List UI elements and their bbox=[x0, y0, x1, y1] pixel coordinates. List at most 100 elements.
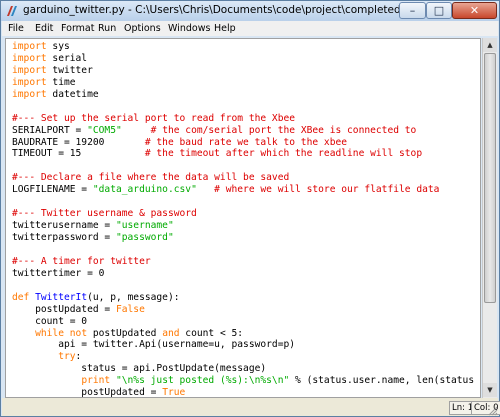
code-line[interactable] bbox=[12, 101, 474, 113]
code-line[interactable] bbox=[12, 196, 474, 208]
code-line[interactable] bbox=[12, 280, 474, 292]
code-token: api = twitter.Api(username=u, password=p… bbox=[12, 339, 296, 351]
code-line[interactable] bbox=[12, 160, 474, 172]
code-token: TIMEOUT = 15 bbox=[12, 148, 145, 160]
minimize-button[interactable]: – bbox=[399, 2, 426, 19]
scroll-up-arrow-icon[interactable]: ▲ bbox=[483, 38, 497, 52]
code-line[interactable]: import twitter bbox=[12, 65, 474, 77]
maximize-button[interactable]: □ bbox=[426, 2, 452, 19]
code-line[interactable]: api = twitter.Api(username=u, password=p… bbox=[12, 339, 474, 351]
vertical-scrollbar[interactable]: ▲ ▼ bbox=[482, 38, 497, 398]
code-token: import bbox=[12, 88, 47, 100]
code-token: postUpdated bbox=[87, 327, 163, 339]
code-token: # where we will store our flatfile data bbox=[214, 184, 440, 196]
code-line[interactable]: import sys bbox=[12, 41, 474, 53]
menu-edit[interactable]: Edit bbox=[35, 23, 53, 34]
code-line[interactable]: import serial bbox=[12, 53, 474, 65]
code-line[interactable]: SERIALPORT = "COM5" # the com/serial por… bbox=[12, 125, 474, 137]
code-line[interactable]: import time bbox=[12, 77, 474, 89]
code-token: not bbox=[69, 327, 88, 339]
status-bar: Ln: 1 Col: 0 bbox=[2, 398, 500, 416]
code-token: while bbox=[35, 327, 64, 339]
menu-windows[interactable]: Windows bbox=[168, 23, 210, 34]
code-token: count = 0 bbox=[12, 315, 88, 327]
code-line[interactable]: BAUDRATE = 19200 # the baud rate we talk… bbox=[12, 137, 474, 149]
code-line[interactable]: twitterusername = "username" bbox=[12, 220, 474, 232]
code-line[interactable]: print "\n%s just posted (%s):\n%s\n" % (… bbox=[12, 375, 474, 387]
menu-run[interactable]: Run bbox=[98, 23, 116, 34]
menu-file[interactable]: File bbox=[8, 23, 24, 34]
code-line[interactable]: #--- A timer for twitter bbox=[12, 256, 474, 268]
code-line[interactable]: LOGFILENAME = "data_arduino.csv" # where… bbox=[12, 184, 474, 196]
code-token: False bbox=[115, 303, 145, 315]
code-token: : bbox=[75, 351, 82, 363]
code-token: TwitterIt bbox=[35, 291, 88, 303]
code-token: import bbox=[12, 52, 47, 64]
code-token: and bbox=[162, 327, 180, 339]
code-token: SERIALPORT = bbox=[12, 124, 88, 136]
code-token: #--- Declare a file where the data will … bbox=[12, 172, 290, 184]
code-token: postUpdated = bbox=[12, 387, 163, 398]
code-line[interactable]: while not postUpdated and count < 5: bbox=[12, 328, 474, 340]
code-line[interactable]: twitterpassword = "password" bbox=[12, 232, 474, 244]
code-line[interactable]: #--- Declare a file where the data will … bbox=[12, 172, 474, 184]
code-token: "\n%s just posted (%s):\n%s\n" bbox=[115, 375, 290, 387]
code-token: "data_arduino.csv" bbox=[92, 184, 197, 196]
code-token: postUpdated = bbox=[12, 303, 116, 315]
code-token: import bbox=[12, 64, 47, 76]
code-line[interactable]: count = 0 bbox=[12, 316, 474, 328]
code-text[interactable]: import sys import serial import twitter imp… bbox=[12, 41, 474, 398]
code-token: print bbox=[81, 375, 111, 387]
code-token: import bbox=[12, 76, 47, 88]
code-token: time bbox=[46, 76, 76, 88]
code-token: LOGFILENAME = bbox=[12, 184, 93, 196]
code-token: #--- Twitter username & password bbox=[12, 208, 197, 220]
code-token: "username" bbox=[115, 220, 174, 232]
code-token: (u, p, message): bbox=[87, 291, 180, 303]
code-line[interactable]: try: bbox=[12, 351, 474, 363]
code-token: sys bbox=[46, 41, 70, 52]
code-token: def bbox=[12, 291, 30, 303]
code-editor[interactable]: import sys import serial import twitter imp… bbox=[5, 38, 481, 398]
code-line[interactable]: TIMEOUT = 15 # the timeout after which t… bbox=[12, 148, 474, 160]
window-title: garduino_twitter.py - C:\Users\Chris\Doc… bbox=[23, 4, 399, 16]
code-line[interactable]: def TwitterIt(u, p, message): bbox=[12, 292, 474, 304]
code-line[interactable]: #--- Set up the serial port to read from… bbox=[12, 113, 474, 125]
code-line[interactable]: postUpdated = True bbox=[12, 387, 474, 398]
title-bar[interactable]: garduino_twitter.py - C:\Users\Chris\Doc… bbox=[1, 1, 499, 21]
code-line[interactable] bbox=[12, 244, 474, 256]
code-token: #--- A timer for twitter bbox=[12, 255, 151, 267]
code-token: import bbox=[12, 41, 47, 52]
code-token: status = api.PostUpdate(message) bbox=[12, 363, 267, 375]
code-token: "password" bbox=[115, 232, 174, 243]
code-line[interactable]: status = api.PostUpdate(message) bbox=[12, 363, 474, 375]
idle-python-icon bbox=[7, 6, 17, 16]
close-icon: ✕ bbox=[469, 4, 480, 17]
minimize-icon: – bbox=[409, 4, 416, 17]
code-line[interactable]: #--- Twitter username & password bbox=[12, 208, 474, 220]
code-token: BAUDRATE = 19200 bbox=[12, 136, 145, 148]
maximize-icon: □ bbox=[433, 4, 445, 17]
code-token: # the com/serial port the XBee is connec… bbox=[150, 124, 417, 136]
code-line[interactable]: twittertimer = 0 bbox=[12, 268, 474, 280]
scroll-down-arrow-icon[interactable]: ▼ bbox=[483, 383, 497, 397]
resize-grip-icon[interactable] bbox=[488, 406, 498, 416]
menu-format[interactable]: Format bbox=[61, 23, 94, 34]
code-token: #--- Set up the serial port to read from… bbox=[12, 112, 296, 124]
code-token: # the timeout after which the readline w… bbox=[144, 148, 423, 160]
idle-editor-window: garduino_twitter.py - C:\Users\Chris\Doc… bbox=[0, 0, 500, 417]
code-token: twitterpassword = bbox=[12, 232, 116, 243]
close-button[interactable]: ✕ bbox=[452, 2, 497, 19]
code-token: twitter bbox=[46, 64, 93, 76]
code-token: try bbox=[58, 351, 76, 363]
code-line[interactable]: postUpdated = False bbox=[12, 304, 474, 316]
code-line[interactable]: import datetime bbox=[12, 89, 474, 101]
menu-options[interactable]: Options bbox=[124, 23, 161, 34]
code-token: serial bbox=[46, 52, 88, 64]
menu-help[interactable]: Help bbox=[214, 23, 236, 34]
scrollbar-thumb[interactable] bbox=[484, 53, 496, 303]
code-token: "COM5" bbox=[87, 124, 122, 136]
